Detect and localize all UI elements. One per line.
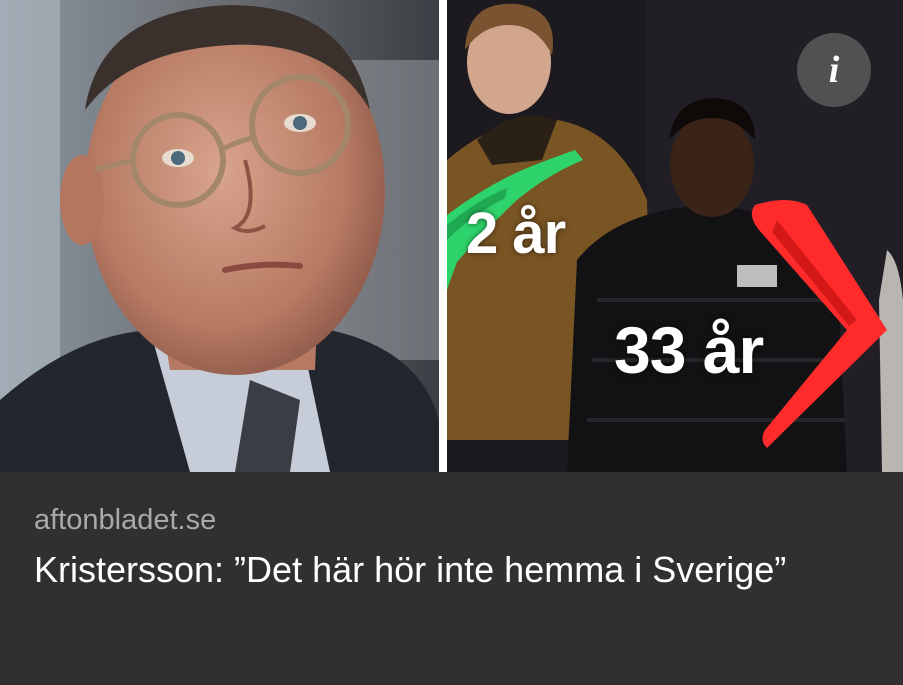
info-button[interactable]: i	[797, 33, 871, 107]
man-portrait-image	[0, 0, 439, 472]
source-domain: aftonbladet.se	[34, 504, 217, 536]
age-label-right: 33 år	[614, 313, 764, 387]
info-icon: i	[828, 49, 840, 91]
news-card[interactable]: 2 år 33 år i aftonbladet.se Kristersson:…	[0, 0, 903, 685]
left-photo	[0, 0, 439, 472]
age-label-left: 2 år	[466, 201, 566, 266]
headline[interactable]: Kristersson: ”Det här hör inte hemma i S…	[34, 546, 874, 593]
image-strip[interactable]: 2 år 33 år i	[0, 0, 903, 472]
card-text[interactable]: aftonbladet.se Kristersson: ”Det här hör…	[34, 500, 874, 593]
